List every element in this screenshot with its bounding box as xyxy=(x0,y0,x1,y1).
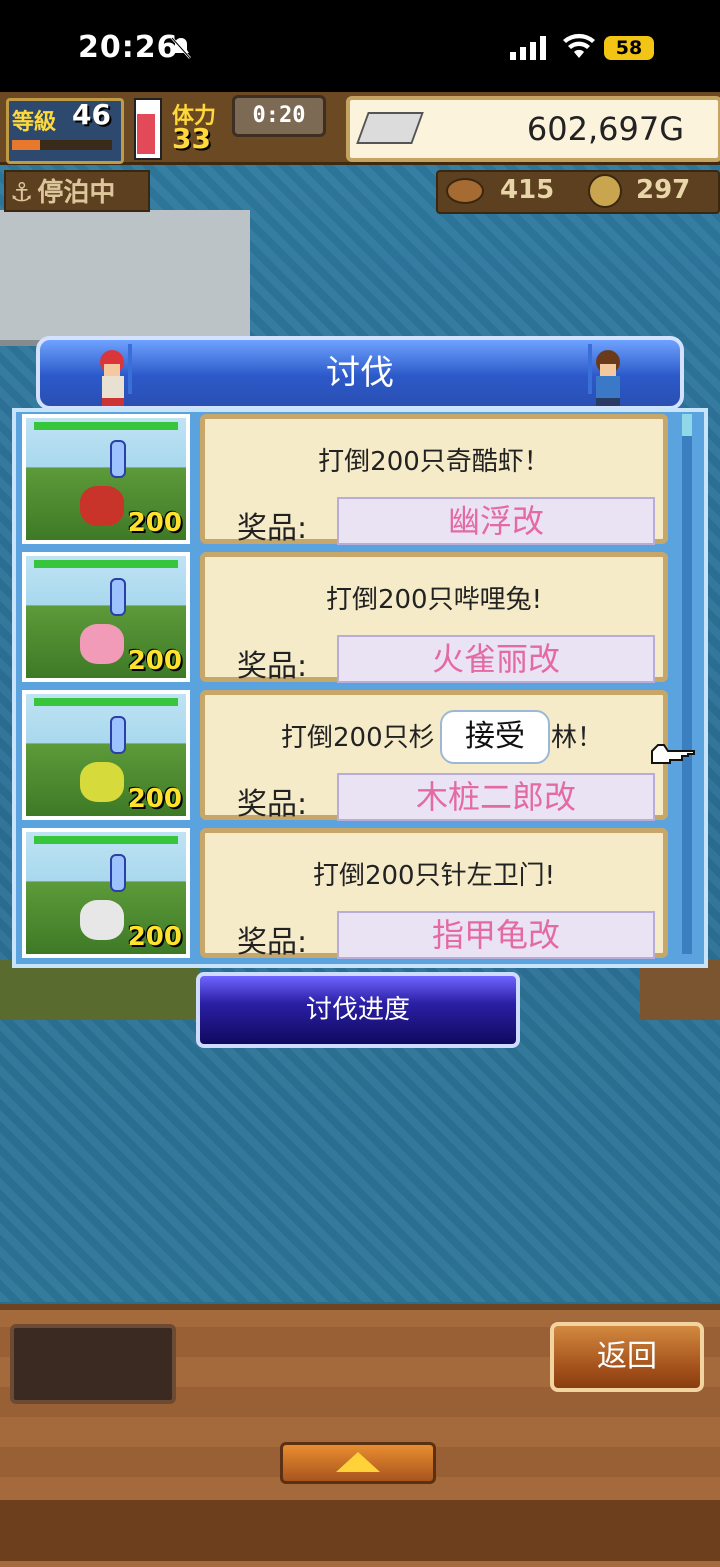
monster-hp-bar xyxy=(34,836,178,844)
reward-value: 幽浮改 xyxy=(337,497,655,545)
empty-slot xyxy=(10,1324,176,1404)
reward-value: 指甲龟改 xyxy=(337,911,655,959)
quest-thumbnail[interactable]: 200 xyxy=(22,414,190,544)
hunt-progress-button[interactable]: 讨伐进度 xyxy=(196,972,520,1048)
pink-rabbit-icon xyxy=(80,624,124,664)
wifi-icon xyxy=(562,32,596,64)
dock-land xyxy=(640,960,720,1020)
monster-hp-bar xyxy=(34,422,178,430)
hero-boy-icon xyxy=(580,344,626,408)
quest-count: 200 xyxy=(127,922,182,952)
quest-title: 打倒200只哔哩兔! xyxy=(325,585,543,615)
reward-label: 奖品: xyxy=(237,925,308,960)
level-label: 等級 xyxy=(12,110,57,135)
monster-hp-bar xyxy=(34,698,178,706)
quest-title: 打倒200只杉 xyxy=(281,717,435,754)
exclamation-icon xyxy=(110,854,126,892)
reward-label: 奖品: xyxy=(237,511,308,546)
quest-card[interactable]: 打倒200只奇酷虾！ 奖品: 幽浮改 xyxy=(200,414,668,546)
coast-land xyxy=(0,960,200,1020)
exclamation-icon xyxy=(110,578,126,616)
quest-count: 200 xyxy=(127,784,182,814)
snowy-island xyxy=(0,210,250,346)
hedgehog-icon xyxy=(80,900,124,940)
quest-card[interactable]: 打倒200只杉 林！ 奖品: 木桩二郎改 xyxy=(200,690,668,822)
bottom-bar-base xyxy=(0,1500,720,1561)
quest-title-tail: 林！ xyxy=(551,717,603,754)
quest-title-start: 打倒200只杉 xyxy=(281,723,435,753)
silver-bar-icon xyxy=(356,112,424,144)
reward-value: 木桩二郎改 xyxy=(337,773,655,821)
food-icon xyxy=(446,178,484,204)
scrollbar-thumb[interactable] xyxy=(682,414,692,436)
reward-label: 奖品: xyxy=(237,649,308,684)
anchor-icon: ⚓ xyxy=(10,178,34,208)
docked-status-label: 停泊中 xyxy=(37,178,116,208)
back-button[interactable]: 返回 xyxy=(550,1322,704,1392)
resource-2-value: 297 xyxy=(636,175,691,205)
hp-gauge-fill xyxy=(137,114,155,154)
red-crab-icon xyxy=(80,486,124,526)
status-time: 20:26 xyxy=(78,30,179,65)
exclamation-icon xyxy=(110,440,126,478)
quest-thumbnail[interactable]: 200 xyxy=(22,690,190,820)
battery-indicator: 58 xyxy=(604,36,654,60)
quest-card[interactable]: 打倒200只哔哩兔! 奖品: 火雀丽改 xyxy=(200,552,668,684)
up-arrow-icon xyxy=(336,1452,380,1472)
quest-count: 200 xyxy=(127,508,182,538)
gold-amount: 602,697G xyxy=(526,110,684,148)
accept-button[interactable]: 接受 xyxy=(440,710,550,764)
stamina-value: 33 xyxy=(172,122,211,155)
yellow-sprout-icon xyxy=(80,762,124,802)
reward-value: 火雀丽改 xyxy=(337,635,655,683)
quest-title-end: 林！ xyxy=(551,723,604,753)
quest-thumbnail[interactable]: 200 xyxy=(22,828,190,958)
reward-label: 奖品: xyxy=(237,787,308,822)
docked-status: ⚓ 停泊中 xyxy=(4,170,150,212)
silent-mode-icon xyxy=(170,36,192,59)
timer: 0:20 xyxy=(232,95,326,137)
level-value: 46 xyxy=(72,98,111,131)
quest-thumbnail[interactable]: 200 xyxy=(22,552,190,682)
quest-title: 打倒200只针左卫门! xyxy=(312,861,556,891)
quest-list-scrollbar[interactable] xyxy=(682,414,692,954)
xp-bar-fill xyxy=(12,140,40,150)
quest-title: 打倒200只奇酷虾！ xyxy=(318,447,550,477)
pointing-hand-cursor-icon xyxy=(648,742,696,768)
hero-girl-icon xyxy=(94,344,140,408)
monster-hp-bar xyxy=(34,560,178,568)
coin-icon xyxy=(588,174,622,208)
exclamation-icon xyxy=(110,716,126,754)
resource-1-value: 415 xyxy=(500,175,555,205)
cell-signal-icon xyxy=(510,36,550,64)
quest-card[interactable]: 打倒200只针左卫门! 奖品: 指甲龟改 xyxy=(200,828,668,960)
quest-count: 200 xyxy=(127,646,182,676)
